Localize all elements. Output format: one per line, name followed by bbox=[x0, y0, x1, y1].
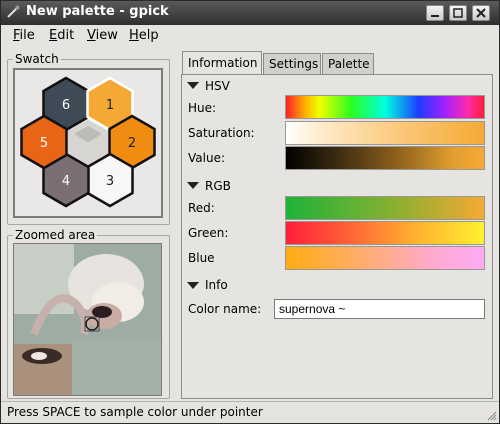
zoomed-area[interactable] bbox=[13, 243, 162, 396]
status-text: Press SPACE to sample color under pointe… bbox=[7, 405, 263, 419]
saturation-label: Saturation: bbox=[188, 126, 255, 140]
menu-edit-rest: dit bbox=[57, 28, 75, 43]
swatch-hexagons: 6 1 2 3 4 5 bbox=[20, 76, 156, 208]
window-title: New palette - gpick bbox=[26, 4, 169, 19]
menu-file-rest: ile bbox=[19, 28, 35, 43]
minimize-button[interactable] bbox=[426, 5, 444, 21]
minimize-icon bbox=[431, 15, 439, 17]
blue-label: Blue bbox=[188, 251, 215, 265]
swatch-cell-4-label: 4 bbox=[62, 174, 70, 189]
color-name-label: Color name: bbox=[188, 302, 262, 316]
swatch-cell-3-label: 3 bbox=[106, 174, 114, 189]
swatch-cell-5-label: 5 bbox=[40, 136, 48, 151]
tab-information-label: Information bbox=[188, 56, 258, 70]
menu-view-rest: iew bbox=[95, 28, 118, 43]
tab-settings[interactable]: Settings bbox=[263, 53, 321, 75]
zoomed-image bbox=[14, 244, 161, 395]
resize-grip-icon[interactable] bbox=[485, 409, 497, 421]
tab-palette-label: Palette bbox=[328, 57, 370, 71]
red-label: Red: bbox=[188, 201, 215, 215]
menu-help-mnemonic: H bbox=[129, 28, 139, 43]
main-window: New palette - gpick File Edit View Help … bbox=[0, 0, 500, 424]
rgb-section-label: RGB bbox=[205, 179, 231, 193]
saturation-slider[interactable] bbox=[285, 121, 485, 145]
expander-hsv-icon[interactable] bbox=[187, 82, 199, 89]
red-slider[interactable] bbox=[285, 196, 485, 220]
blue-slider[interactable] bbox=[285, 246, 485, 270]
swatch-cell-1-label: 1 bbox=[106, 98, 114, 113]
hsv-section-label: HSV bbox=[205, 79, 230, 93]
menu-help[interactable]: Help bbox=[129, 28, 159, 43]
green-slider[interactable] bbox=[285, 221, 485, 245]
green-label: Green: bbox=[188, 226, 229, 240]
hue-slider[interactable] bbox=[285, 95, 485, 119]
status-bar: Press SPACE to sample color under pointe… bbox=[1, 401, 499, 423]
info-section-label: Info bbox=[205, 278, 228, 292]
close-icon bbox=[476, 8, 486, 18]
hue-label: Hue: bbox=[188, 101, 217, 115]
menu-view-mnemonic: V bbox=[87, 28, 96, 43]
tab-palette[interactable]: Palette bbox=[322, 53, 374, 75]
menu-bar: File Edit View Help bbox=[1, 25, 499, 47]
color-name-field[interactable] bbox=[274, 299, 485, 319]
menu-edit[interactable]: Edit bbox=[49, 28, 74, 43]
swatch-label: Swatch bbox=[13, 52, 61, 66]
maximize-icon bbox=[453, 8, 463, 18]
title-bar[interactable]: New palette - gpick bbox=[1, 1, 499, 25]
zoom-label: Zoomed area bbox=[13, 228, 98, 242]
tab-information[interactable]: Information bbox=[182, 51, 262, 75]
tab-settings-label: Settings bbox=[269, 57, 319, 71]
close-button[interactable] bbox=[472, 5, 490, 21]
menu-view[interactable]: View bbox=[87, 28, 118, 43]
eyedropper-icon bbox=[7, 5, 20, 18]
menu-help-rest: elp bbox=[138, 28, 159, 43]
value-slider[interactable] bbox=[285, 146, 485, 170]
swatch-widget[interactable]: 6 1 2 3 4 5 bbox=[13, 68, 163, 218]
menu-file[interactable]: File bbox=[13, 28, 35, 43]
swatch-cell-6-label: 6 bbox=[62, 98, 70, 113]
swatch-cell-2-label: 2 bbox=[128, 136, 136, 151]
menu-edit-mnemonic: E bbox=[49, 28, 58, 43]
expander-info-icon[interactable] bbox=[187, 282, 199, 289]
maximize-button[interactable] bbox=[449, 5, 467, 21]
expander-rgb-icon[interactable] bbox=[187, 182, 199, 189]
value-label: Value: bbox=[188, 151, 225, 165]
